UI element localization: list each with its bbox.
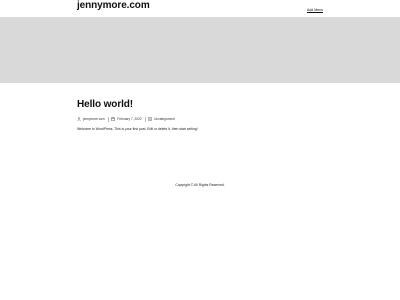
post-meta: jennymore.com February 7, 2022 Uncategor… <box>77 116 175 122</box>
header-image-band <box>0 17 400 83</box>
calendar-icon <box>111 117 116 121</box>
site-title-link[interactable]: jennymore.com <box>77 0 150 11</box>
site-footer: Copyright © All Rights Reserved. <box>0 183 400 187</box>
post-title[interactable]: Hello world! <box>77 99 133 110</box>
post-category[interactable]: Uncategorized <box>148 117 175 121</box>
page: jennymore.com Add Menu Hello world! jenn… <box>0 0 400 300</box>
add-menu-link[interactable]: Add Menu <box>307 8 323 12</box>
post-category-label: Uncategorized <box>154 117 175 121</box>
meta-divider <box>107 116 109 122</box>
post-content: Welcome to WordPress. This is your first… <box>77 127 198 131</box>
post-date-label: February 7, 2022 <box>117 117 142 121</box>
post-author-label: jennymore.com <box>83 117 105 121</box>
person-icon <box>77 117 81 121</box>
meta-divider <box>144 116 146 122</box>
copyright-text: Copyright © All Rights Reserved. <box>175 183 225 187</box>
folder-icon <box>148 117 152 121</box>
post-author[interactable]: jennymore.com <box>77 117 105 121</box>
post-date[interactable]: February 7, 2022 <box>111 117 142 121</box>
